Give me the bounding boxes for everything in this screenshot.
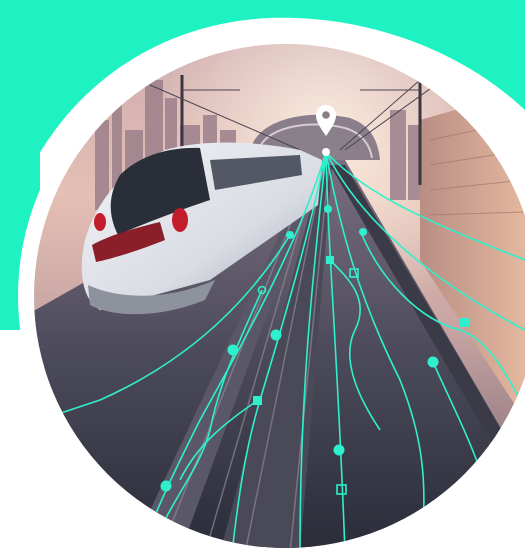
hero-illustration — [0, 0, 525, 553]
